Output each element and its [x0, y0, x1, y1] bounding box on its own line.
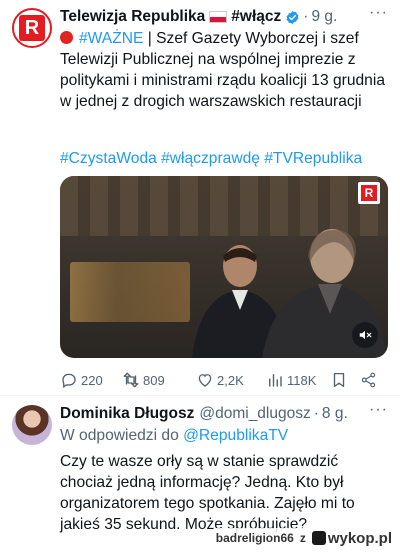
views-button[interactable]: 118K [266, 371, 330, 389]
more-options-icon[interactable]: ··· [369, 401, 388, 419]
tweet-header: Dominika Długosz @domi_dlugosz · 8 g. [60, 403, 388, 425]
tweet-hashtags[interactable]: #CzystaWoda #włączprawdę #TVRepublika [60, 150, 362, 168]
wykop-logo-icon [311, 530, 326, 545]
video-player[interactable]: R [60, 176, 388, 358]
avatar-dlugosz[interactable] [12, 405, 52, 445]
hashtag-wazne[interactable]: #WAŻNE [79, 30, 143, 47]
tweet-text: #WAŻNE | Szef Gazety Wyborczej i szef Te… [60, 28, 386, 112]
more-options-icon[interactable]: ··· [369, 4, 388, 22]
republika-watermark-icon: R [358, 182, 380, 204]
retweet-icon [123, 372, 139, 388]
like-count: 2,2K [217, 372, 244, 388]
display-name[interactable]: Dominika Długosz [60, 405, 194, 423]
reply-prefix: W odpowiedzi do [60, 427, 184, 444]
tweet-time[interactable]: 8 g. [322, 405, 348, 423]
retweet-count: 809 [143, 372, 165, 388]
watermark-site: wykop.pl [311, 529, 392, 547]
retweet-button[interactable]: 809 [122, 371, 196, 389]
poland-flag-icon [209, 11, 228, 23]
separator-dot: · [303, 8, 309, 25]
views-chart-icon [269, 374, 282, 387]
watermark-joiner: z [299, 531, 306, 545]
heart-icon [198, 374, 212, 387]
reply-context: W odpowiedzi do @RepublikaTV [60, 427, 288, 445]
verified-badge-icon [286, 10, 299, 24]
video-frame-background [70, 262, 190, 322]
republika-logo-icon: R [19, 15, 45, 41]
reply-icon [62, 373, 76, 389]
tweet-republika[interactable]: R Telewizja Republika #włącz · 9 g. ··· … [0, 0, 400, 395]
watermark-user: badreligion66 [215, 531, 294, 545]
mute-button[interactable] [352, 322, 378, 348]
view-count: 118K [287, 372, 317, 388]
reply-button[interactable]: 220 [60, 371, 122, 389]
tweet-time[interactable]: 9 g. [311, 8, 337, 26]
tweet-header: Telewizja Republika #włącz · 9 g. [60, 6, 388, 28]
tweet-text: Czy te wasze orły są w stanie sprawdzić … [60, 453, 355, 533]
bookmark-button[interactable] [330, 371, 360, 389]
bookmark-icon [333, 372, 345, 388]
display-name[interactable]: Telewizja Republika [60, 8, 205, 26]
display-name-suffix[interactable]: #włącz [231, 8, 281, 26]
share-button[interactable] [360, 371, 380, 389]
reply-count: 220 [81, 372, 103, 388]
avatar-republika[interactable]: R [12, 8, 52, 48]
watermark-site-text: wykop.pl [327, 529, 392, 547]
speaker-muted-icon [359, 330, 372, 340]
user-handle[interactable]: @domi_dlugosz [199, 405, 310, 423]
like-button[interactable]: 2,2K [196, 371, 266, 389]
share-icon [361, 372, 376, 388]
separator-dot: · [313, 405, 319, 422]
tweet-actions: 220 809 2,2K 118K [60, 369, 386, 391]
wykop-watermark: badreligion66 z wykop.pl [215, 528, 392, 548]
reply-handle-link[interactable]: @RepublikaTV [183, 427, 288, 444]
red-circle-icon [60, 31, 73, 44]
